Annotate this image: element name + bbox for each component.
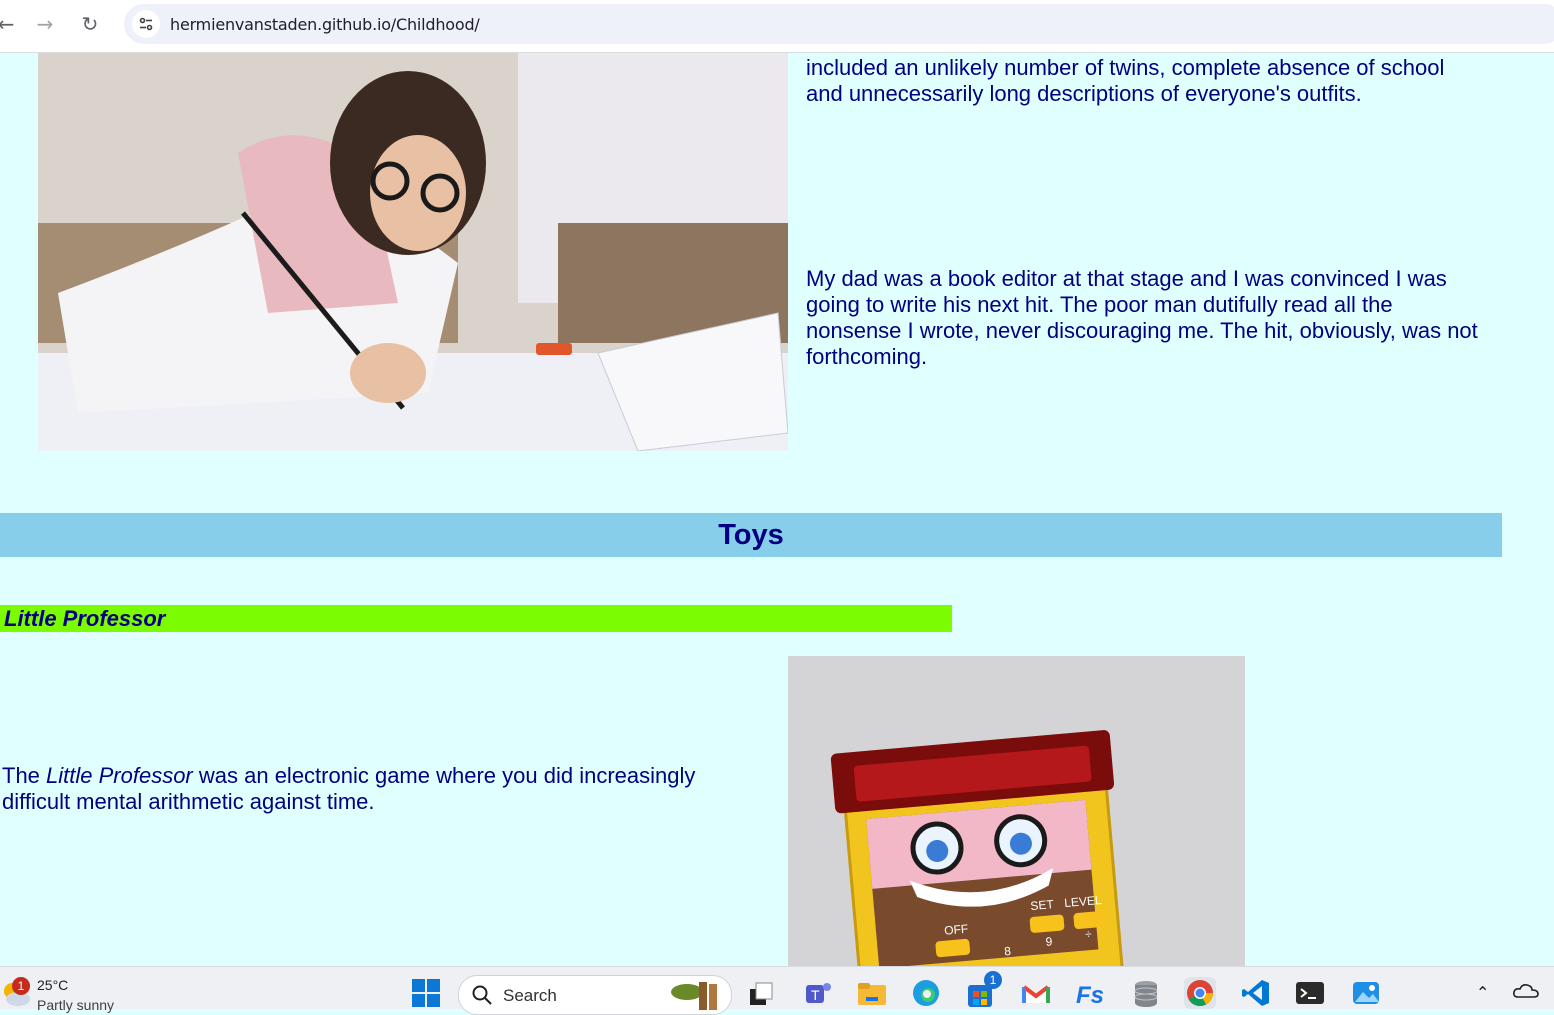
paragraph-dad-editor: My dad was a book editor at that stage a… (806, 266, 1478, 369)
search-label: Search (503, 986, 557, 1005)
back-icon[interactable]: ← (0, 10, 20, 38)
task-view-icon[interactable] (746, 977, 778, 1009)
terminal-icon[interactable] (1294, 977, 1326, 1009)
little-professor-description: The Little Professor was an electronic g… (2, 763, 762, 815)
forward-icon[interactable]: → (31, 10, 59, 38)
calc-set-label: SET (1030, 897, 1055, 913)
search-highlight-icon (671, 982, 717, 1010)
paragraph-writing-stories: included an unlikely number of twins, co… (806, 55, 1445, 106)
photos-icon[interactable] (1350, 977, 1382, 1009)
site-info-icon[interactable] (132, 10, 160, 38)
subsection-heading: Little Professor (4, 606, 166, 631)
gmail-icon[interactable] (1020, 977, 1052, 1009)
teams-icon[interactable]: T (802, 977, 834, 1009)
little-professor-image: OFF SET LEVEL 8 9 ÷ (788, 656, 1245, 966)
little-professor-header: Little Professor (0, 605, 952, 632)
onedrive-icon[interactable] (1512, 981, 1544, 1013)
weather-temperature: 25°C (37, 977, 69, 993)
chrome-icon[interactable] (1184, 977, 1216, 1009)
weather-badge: 1 (12, 977, 30, 995)
girl-writing-image (38, 53, 788, 451)
windows-start-icon[interactable] (410, 977, 442, 1009)
weather-condition: Partly sunny (37, 997, 115, 1013)
section-heading: Toys (718, 518, 784, 551)
weather-widget[interactable]: 1 25°C Partly sunny (0, 971, 140, 1013)
edge-icon[interactable] (910, 977, 942, 1009)
svg-text:T: T (811, 987, 820, 1003)
address-bar[interactable]: hermienvanstaden.github.io/Childhood/ (124, 4, 1554, 44)
ms-store-icon[interactable]: 1 (964, 971, 1002, 1009)
url-text[interactable]: hermienvanstaden.github.io/Childhood/ (170, 15, 480, 34)
lp-text-italic: Little Professor (46, 763, 193, 788)
search-icon (472, 985, 492, 1005)
calc-off-label: OFF (944, 922, 969, 938)
store-badge: 1 (984, 971, 1002, 989)
taskbar-search-box[interactable]: Search (458, 975, 732, 1015)
vscode-icon[interactable] (1240, 977, 1272, 1009)
lp-text-before: The (2, 763, 47, 788)
file-explorer-icon[interactable] (856, 977, 888, 1009)
fs-app-icon[interactable]: Fs (1074, 977, 1106, 1009)
chevron-up-icon[interactable]: ⌃ (1476, 983, 1489, 1002)
browser-toolbar: ← → ↻ hermienvanstaden.github.io/Childho… (0, 0, 1554, 53)
toys-section-header: Toys (0, 513, 1502, 557)
database-icon[interactable] (1130, 977, 1162, 1009)
windows-taskbar: 1 25°C Partly sunny Search T 1 Fs ⌃ (0, 966, 1554, 1015)
reload-icon[interactable]: ↻ (76, 10, 104, 38)
svg-text:Fs: Fs (1076, 982, 1104, 1009)
